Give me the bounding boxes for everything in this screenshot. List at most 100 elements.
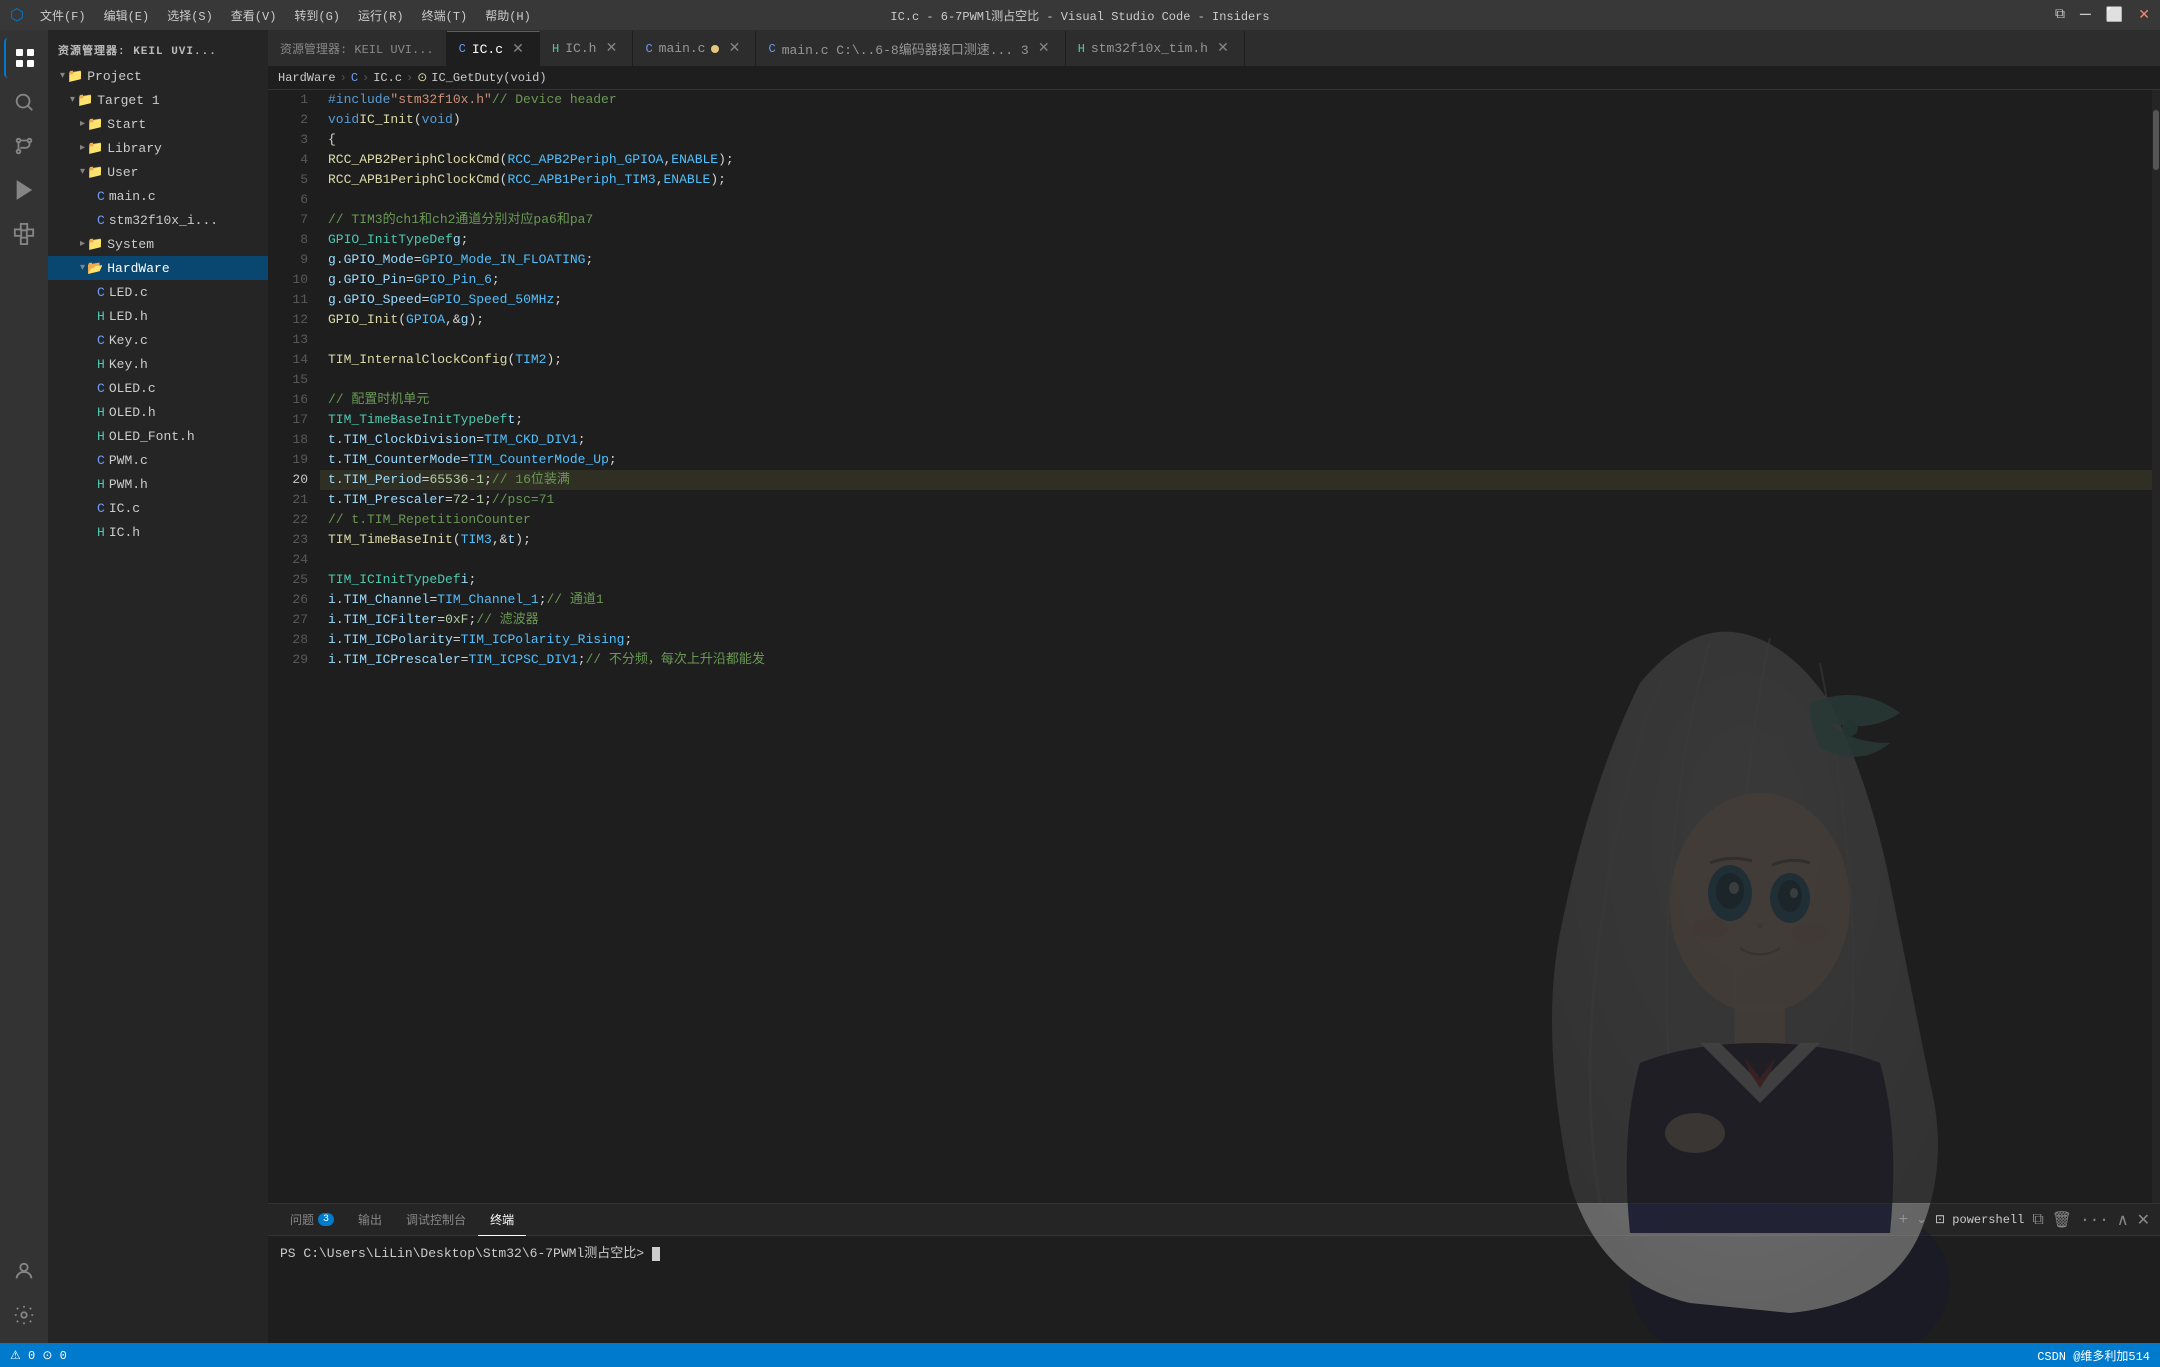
menu-file[interactable]: 文件(F) xyxy=(32,5,94,26)
tree-item-stm32[interactable]: ▸ C stm32f10x_i... xyxy=(48,208,268,232)
tree-item-pwm-h[interactable]: ▸ H PWM.h xyxy=(48,472,268,496)
code-line-25: TIM_ICInitTypeDef i; xyxy=(320,570,2152,590)
tree-item-system[interactable]: ▸ 📁 System xyxy=(48,232,268,256)
close-tab-main-c2[interactable]: ✕ xyxy=(1035,40,1053,58)
breadcrumb-hardware[interactable]: HardWare xyxy=(278,71,336,85)
tree-item-target1[interactable]: ▾ 📁 Target 1 xyxy=(48,88,268,112)
tab-ic-c[interactable]: C IC.c ✕ xyxy=(447,31,540,66)
tree-item-key-h[interactable]: ▸ H Key.h xyxy=(48,352,268,376)
code-line-8: GPIO_InitTypeDef g; xyxy=(320,230,2152,250)
extensions-icon[interactable] xyxy=(4,214,44,254)
maximize-button[interactable]: ⬜ xyxy=(2106,7,2123,24)
tab-main-c[interactable]: C main.c ✕ xyxy=(633,31,756,66)
tab-terminal[interactable]: 终端 xyxy=(478,1204,526,1236)
tree-item-key-c[interactable]: ▸ C Key.c xyxy=(48,328,268,352)
close-tab-stm32[interactable]: ✕ xyxy=(1214,40,1232,58)
code-line-9: g.GPIO_Mode = GPIO_Mode_IN_FLOATING; xyxy=(320,250,2152,270)
breadcrumb-file[interactable]: IC.c xyxy=(373,71,402,85)
terminal-layout-icon[interactable]: ⧉ xyxy=(2032,1211,2043,1229)
titlebar-left: ⬡ 文件(F) 编辑(E) 选择(S) 查看(V) 转到(G) 运行(R) 终端… xyxy=(10,5,539,26)
titlebar-controls: ⧉ — ⬜ ✕ xyxy=(2055,5,2150,25)
tab-problems[interactable]: 问题 3 xyxy=(278,1204,346,1236)
menu-select[interactable]: 选择(S) xyxy=(159,5,221,26)
close-button[interactable]: ✕ xyxy=(2138,7,2150,24)
menu-terminal[interactable]: 终端(T) xyxy=(414,5,476,26)
titlebar-title: IC.c - 6-7PWMl测占空比 - Visual Studio Code … xyxy=(890,7,1269,24)
tree-item-ic-h[interactable]: ▸ H IC.h xyxy=(48,520,268,544)
tree-item-user[interactable]: ▾ 📁 User xyxy=(48,160,268,184)
trash-icon[interactable]: 🗑 xyxy=(2052,1210,2072,1230)
tree-label: HardWare xyxy=(107,261,169,276)
chevron-up-icon[interactable]: ∧ xyxy=(2117,1210,2129,1230)
code-line-15 xyxy=(320,370,2152,390)
close-tab-ic-c[interactable]: ✕ xyxy=(509,40,527,58)
code-editor[interactable]: 1 2 3 4 5 6 7 8 9 10 11 12 13 14 15 16 1 xyxy=(268,90,2160,1203)
tab-output-label: 输出 xyxy=(358,1211,382,1228)
code-line-17: TIM_TimeBaseInitTypeDef t; xyxy=(320,410,2152,430)
tab-problems-label: 问题 xyxy=(290,1211,314,1228)
tree-item-hardware[interactable]: ▾ 📂 HardWare xyxy=(48,256,268,280)
code-line-16: // 配置时机单元 xyxy=(320,390,2152,410)
line-num-15: 15 xyxy=(268,370,308,390)
tree-item-led-c[interactable]: ▸ C LED.c xyxy=(48,280,268,304)
split-terminal-button[interactable]: ⌄ xyxy=(1916,1212,1927,1227)
more-actions-icon[interactable]: ··· xyxy=(2080,1211,2109,1229)
tree-item-led-h[interactable]: ▸ H LED.h xyxy=(48,304,268,328)
tab-modified-dot xyxy=(711,45,719,53)
code-line-22: // t.TIM_RepetitionCounter xyxy=(320,510,2152,530)
run-debug-icon[interactable] xyxy=(4,170,44,210)
explorer-icon[interactable] xyxy=(4,38,44,78)
menu-view[interactable]: 查看(V) xyxy=(223,5,285,26)
tab-explorer[interactable]: 资源管理器: KEIL UVI... xyxy=(268,31,447,66)
line-num-21: 21 xyxy=(268,490,308,510)
terminal-prompt: PS C:\Users\LiLin\Desktop\Stm32\6-7PWMl测… xyxy=(280,1246,652,1261)
scrollbar-thumb[interactable] xyxy=(2153,110,2159,170)
tree-item-oled-h[interactable]: ▸ H OLED.h xyxy=(48,400,268,424)
tree-item-pwm-c[interactable]: ▸ C PWM.c xyxy=(48,448,268,472)
settings-icon[interactable] xyxy=(4,1295,44,1335)
search-icon[interactable] xyxy=(4,82,44,122)
tab-debug-console[interactable]: 调试控制台 xyxy=(394,1204,478,1236)
tree-label: LED.h xyxy=(109,309,148,324)
close-tab-main-c[interactable]: ✕ xyxy=(725,40,743,58)
tab-output[interactable]: 输出 xyxy=(346,1204,394,1236)
tree-item-oled-c[interactable]: ▸ C OLED.c xyxy=(48,376,268,400)
tree-item-library[interactable]: ▸ 📁 Library xyxy=(48,136,268,160)
line-num-17: 17 xyxy=(268,410,308,430)
add-terminal-button[interactable]: + xyxy=(1899,1211,1909,1229)
chevron-right-icon: ▸ xyxy=(80,238,85,250)
tree-item-oled-font-h[interactable]: ▸ H OLED_Font.h xyxy=(48,424,268,448)
source-control-icon[interactable] xyxy=(4,126,44,166)
code-line-6 xyxy=(320,190,2152,210)
close-terminal-icon[interactable]: ✕ xyxy=(2137,1210,2150,1230)
tree-item-project[interactable]: ▾ 📁 Project xyxy=(48,64,268,88)
tree-item-ic-c[interactable]: ▸ C IC.c xyxy=(48,496,268,520)
close-tab-ic-h[interactable]: ✕ xyxy=(602,40,620,58)
scrollbar[interactable] xyxy=(2152,90,2160,1203)
breadcrumb-function[interactable]: IC_GetDuty(void) xyxy=(431,71,546,85)
code-line-27: i.TIM_ICFilter = 0xF; // 滤波器 xyxy=(320,610,2152,630)
tab-stm32-tim-h[interactable]: H stm32f10x_tim.h ✕ xyxy=(1066,31,1245,66)
layout-icon[interactable]: ⧉ xyxy=(2055,7,2065,23)
line-num-14: 14 xyxy=(268,350,308,370)
terminal-content[interactable]: PS C:\Users\LiLin\Desktop\Stm32\6-7PWMl测… xyxy=(268,1236,2160,1343)
status-errors[interactable]: ⚠ 0 ⊙ 0 xyxy=(10,1348,67,1363)
code-content[interactable]: #include "stm32f10x.h" // Device header … xyxy=(320,90,2152,1203)
tree-item-main-c[interactable]: ▸ C main.c xyxy=(48,184,268,208)
menu-help[interactable]: 帮助(H) xyxy=(477,5,539,26)
tab-label: IC.c xyxy=(472,42,503,57)
tree-label: Key.h xyxy=(109,357,148,372)
line-num-9: 9 xyxy=(268,250,308,270)
tree-label: OLED.h xyxy=(109,405,156,420)
account-icon[interactable] xyxy=(4,1251,44,1291)
tree-label: Key.c xyxy=(109,333,148,348)
menu-run[interactable]: 运行(R) xyxy=(350,5,412,26)
line-num-22: 22 xyxy=(268,510,308,530)
menu-goto[interactable]: 转到(G) xyxy=(286,5,348,26)
menu-edit[interactable]: 编辑(E) xyxy=(96,5,158,26)
tab-ic-h[interactable]: H IC.h ✕ xyxy=(540,31,633,66)
minimize-button[interactable]: — xyxy=(2080,5,2091,25)
file-h-icon: H xyxy=(97,405,105,420)
tab-main-c-2[interactable]: C main.c C:\..6-8编码器接口测速... 3 ✕ xyxy=(756,31,1065,66)
tree-item-start[interactable]: ▸ 📁 Start xyxy=(48,112,268,136)
